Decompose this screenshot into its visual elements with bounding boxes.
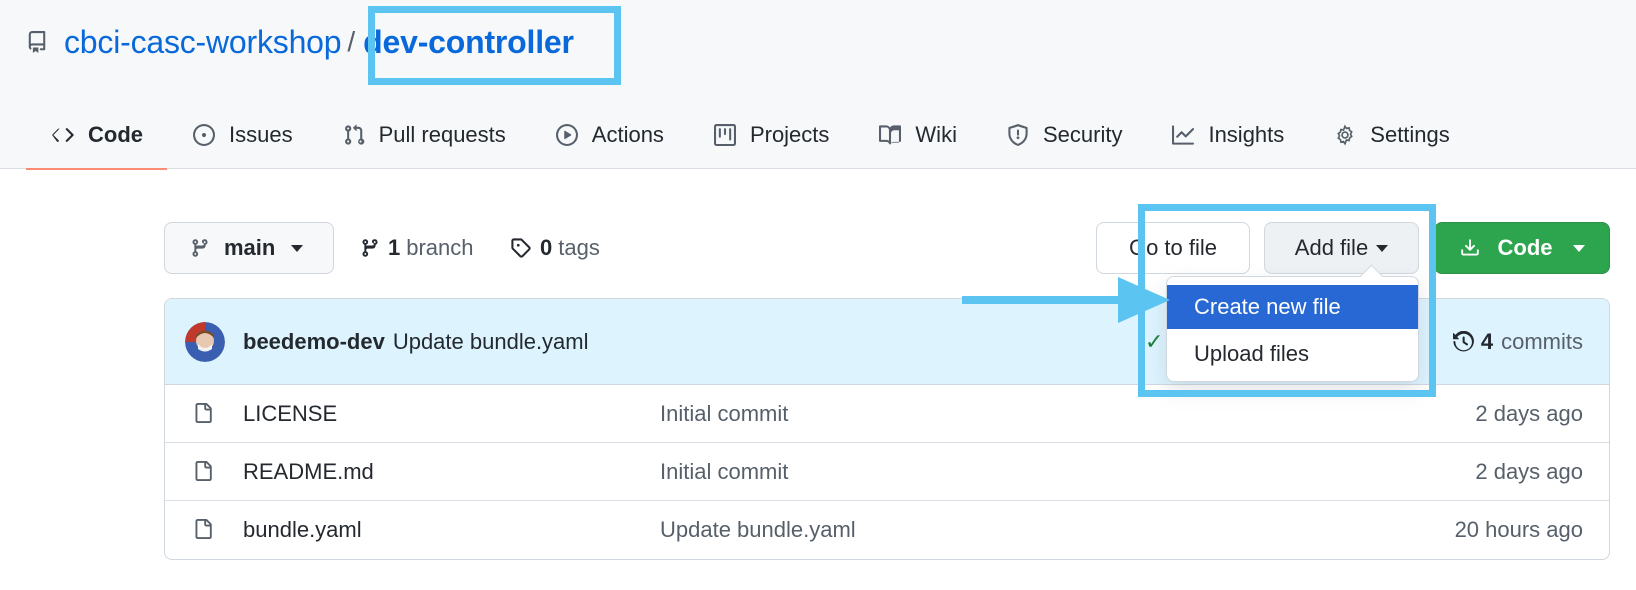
book-icon — [877, 122, 903, 148]
file-age: 2 days ago — [1475, 458, 1583, 484]
git-branch-icon — [360, 237, 380, 259]
branch-select-button[interactable]: main — [164, 222, 334, 274]
menu-item-create-new-file[interactable]: Create new file — [1167, 285, 1418, 329]
menu-item-upload-files[interactable]: Upload files — [1167, 332, 1418, 376]
tag-count: 0 — [540, 235, 553, 260]
file-icon — [193, 459, 213, 483]
file-age: 20 hours ago — [1454, 517, 1583, 542]
code-icon — [50, 122, 76, 148]
file-commit-message[interactable]: Initial commit — [660, 401, 788, 427]
issue-icon — [191, 122, 217, 148]
pull-request-icon — [341, 122, 367, 148]
commits-link[interactable]: 4 commits — [1452, 299, 1583, 385]
file-age: 2 days ago — [1475, 400, 1583, 426]
tab-label: Projects — [749, 121, 830, 147]
commit-count: 4 — [1480, 329, 1494, 354]
branch-count: 1 — [388, 235, 401, 260]
play-icon — [554, 122, 580, 148]
graph-icon — [1170, 122, 1196, 148]
branch-name: main — [224, 235, 276, 260]
file-name[interactable]: LICENSE — [243, 401, 337, 427]
tab-insights[interactable]: Insights — [1146, 100, 1308, 169]
project-icon — [712, 122, 738, 148]
avatar[interactable] — [185, 321, 225, 362]
tag-icon — [510, 237, 532, 259]
tab-label: Settings — [1370, 121, 1450, 147]
tab-issues[interactable]: Issues — [167, 100, 317, 169]
tab-label: Code — [88, 121, 143, 147]
repo-owner-link[interactable]: cbci-casc-workshop — [64, 24, 342, 61]
check-icon: ✓ — [1145, 329, 1164, 354]
gear-icon — [1332, 122, 1358, 148]
repo-name-highlight — [368, 6, 621, 85]
file-icon — [193, 401, 213, 425]
file-row: README.md Initial commit 2 days ago — [165, 443, 1609, 501]
tab-settings[interactable]: Settings — [1308, 100, 1474, 169]
history-icon — [1452, 331, 1475, 353]
commit-message[interactable]: Update bundle.yaml — [393, 329, 589, 355]
tab-label: Wiki — [915, 121, 957, 147]
chevron-down-icon — [1572, 244, 1585, 252]
tab-security[interactable]: Security — [981, 100, 1146, 169]
commit-author[interactable]: beedemo-dev — [243, 329, 385, 355]
branches-link[interactable]: 1 branch — [360, 222, 474, 274]
tab-label: Actions — [591, 121, 664, 147]
file-row: bundle.yaml Update bundle.yaml 20 hours … — [165, 501, 1609, 559]
tab-pull-requests[interactable]: Pull requests — [317, 100, 530, 169]
file-icon — [193, 517, 213, 541]
repo-header: cbci-casc-workshop / dev-controller Code… — [0, 0, 1636, 170]
tags-link[interactable]: 0 tags — [510, 222, 600, 274]
go-to-file-button[interactable]: Go to file — [1096, 222, 1250, 274]
chevron-down-icon — [291, 244, 304, 252]
tab-label: Pull requests — [378, 121, 506, 147]
add-file-button[interactable]: Add file — [1264, 222, 1419, 274]
download-icon — [1460, 237, 1480, 259]
add-file-dropdown: Create new file Upload files — [1166, 276, 1419, 382]
tab-label: Issues — [229, 121, 293, 147]
file-name[interactable]: bundle.yaml — [243, 517, 362, 543]
tab-label: Security — [1042, 121, 1123, 147]
file-row: LICENSE Initial commit 2 days ago — [165, 385, 1609, 443]
tab-projects[interactable]: Projects — [688, 100, 853, 169]
tab-code[interactable]: Code — [26, 100, 167, 170]
add-file-label: Add file — [1294, 235, 1369, 260]
repo-separator: / — [347, 26, 356, 57]
git-branch-icon — [190, 237, 210, 259]
branch-label: branch — [406, 235, 474, 260]
file-commit-message[interactable]: Initial commit — [660, 459, 788, 485]
repo-icon — [26, 29, 48, 55]
tab-wiki[interactable]: Wiki — [853, 100, 981, 169]
tag-label: tags — [558, 235, 600, 260]
commit-label: commits — [1501, 329, 1583, 354]
tab-label: Insights — [1208, 121, 1285, 147]
code-button-label: Code — [1497, 235, 1553, 260]
file-name[interactable]: README.md — [243, 459, 374, 485]
file-commit-message[interactable]: Update bundle.yaml — [660, 517, 856, 543]
code-button[interactable]: Code — [1434, 222, 1610, 274]
chevron-down-icon — [1376, 244, 1389, 252]
shield-icon — [1005, 122, 1031, 148]
tab-actions[interactable]: Actions — [530, 100, 688, 169]
repo-tabs: Code Issues Pull requests Actions Projec… — [26, 100, 1474, 170]
